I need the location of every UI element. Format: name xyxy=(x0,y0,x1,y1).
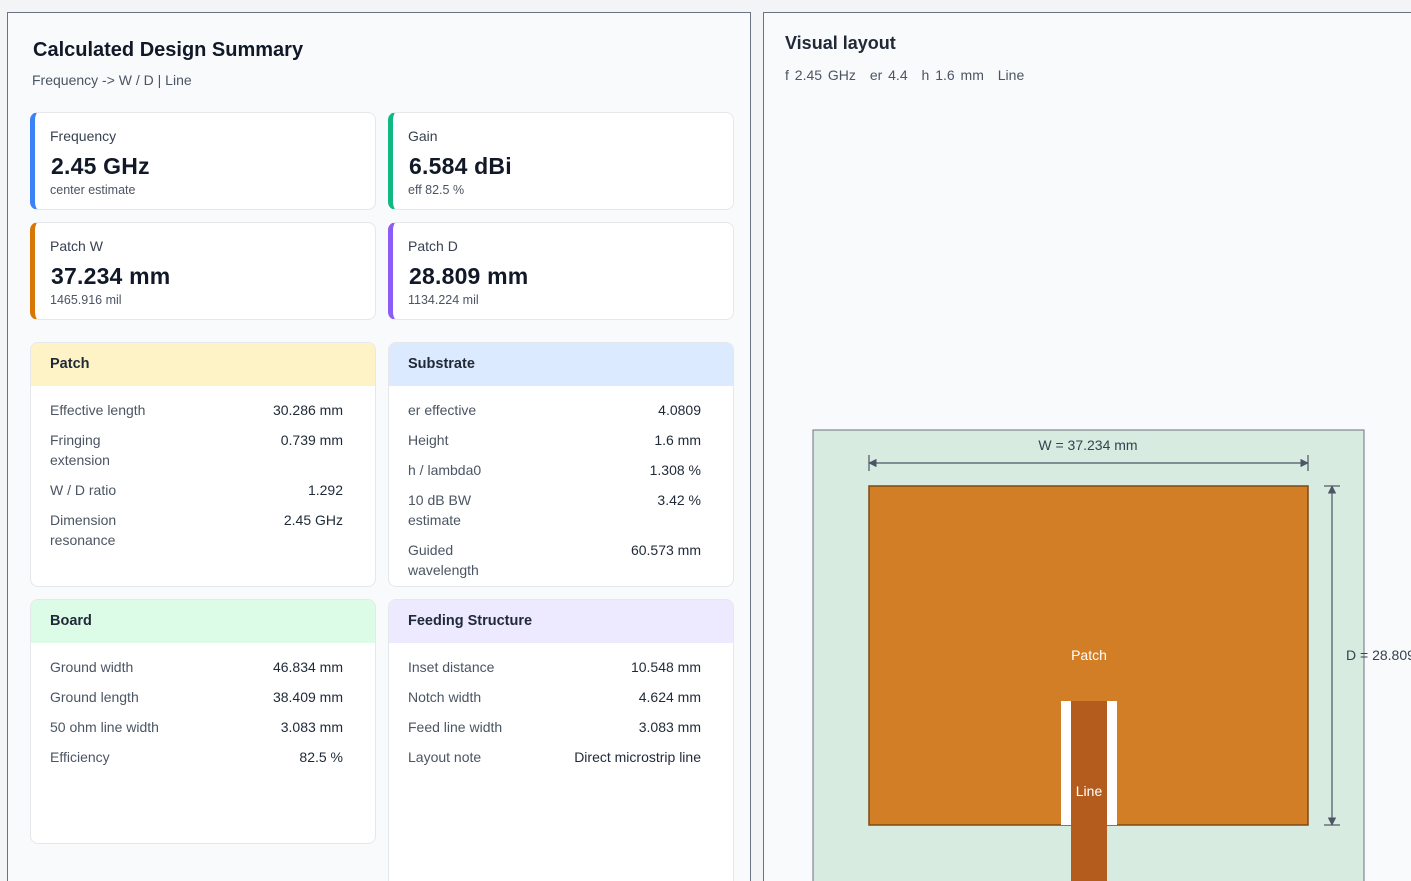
property-row: Dimension resonance 2.45 GHz xyxy=(31,510,375,550)
property-row: 10 dB BW estimate 3.42 % xyxy=(389,490,733,530)
property-row: er effective 4.0809 xyxy=(389,400,733,420)
property-name: 10 dB BW estimate xyxy=(408,492,472,528)
board-card: Board Ground width 46.834 mm Ground length… xyxy=(30,599,376,844)
patch-card: Patch Effective length 30.286 mm Fringing … xyxy=(30,342,376,587)
property-row: Ground length 38.409 mm xyxy=(31,687,375,707)
property-name: Layout note xyxy=(408,749,482,765)
card-rows: Ground width 46.834 mm Ground length 38.409… xyxy=(31,643,375,767)
line-label: Line xyxy=(1076,783,1103,799)
property-row: Notch width 4.624 mm xyxy=(389,687,733,707)
property-value: 2.45 GHz xyxy=(283,512,343,528)
property-row: h / lambda0 1.308 % xyxy=(389,460,733,480)
stat-label: Patch W xyxy=(50,238,103,254)
property-name: Notch width xyxy=(408,689,482,705)
stat-label: Frequency xyxy=(50,128,117,144)
w-dimension-label: W = 37.234 mm xyxy=(1038,437,1137,453)
stat-value: 37.234 mm xyxy=(51,263,171,289)
property-value: Direct microstrip line xyxy=(574,749,701,765)
property-row: Inset distance 10.548 mm xyxy=(389,657,733,677)
property-value: 4.0809 xyxy=(658,402,701,418)
stat-label: Gain xyxy=(408,128,438,144)
property-name: Inset distance xyxy=(408,659,495,675)
property-row: Feed line width 3.083 mm xyxy=(389,717,733,737)
property-row: Ground width 46.834 mm xyxy=(31,657,375,677)
stat-sub: center estimate xyxy=(50,183,136,197)
feeding-card: Feeding Structure Inset distance 10.548 m… xyxy=(388,599,734,881)
property-name: Efficiency xyxy=(50,749,110,765)
substrate-card: Substrate er effective 4.0809 Height 1.6 mm… xyxy=(388,342,734,587)
card-header: Feeding Structure xyxy=(389,600,733,643)
property-name: Ground width xyxy=(50,659,134,675)
stat-value: 28.809 mm xyxy=(409,263,529,289)
property-value: 1.6 mm xyxy=(654,432,701,448)
stat-sub: 1465.916 mil xyxy=(50,293,122,307)
property-value: 4.624 mm xyxy=(638,689,701,705)
property-row: Fringing extension 0.739 mm xyxy=(31,430,375,470)
property-name: Feed line width xyxy=(408,719,503,735)
property-value: 1.308 % xyxy=(649,462,701,478)
property-value: 3.083 mm xyxy=(638,719,701,735)
property-name: Dimension resonance xyxy=(50,512,117,548)
card-rows: Inset distance 10.548 mm Notch width 4.624 … xyxy=(389,643,733,767)
property-value: 10.548 mm xyxy=(630,659,701,675)
card-header: Board xyxy=(31,600,375,643)
card-header: Substrate xyxy=(389,343,733,386)
stat-label: Patch D xyxy=(408,238,458,254)
stat-value: 6.584 dBi xyxy=(409,153,512,179)
stat-frequency: Frequency 2.45 GHz center estimate xyxy=(30,112,376,210)
property-name: er effective xyxy=(408,402,477,418)
property-name: h / lambda0 xyxy=(408,462,482,478)
property-row: W / D ratio 1.292 xyxy=(31,480,375,500)
property-name: Height xyxy=(408,432,449,448)
patch-label: Patch xyxy=(1071,647,1107,663)
stat-gain: Gain 6.584 dBi eff 82.5 % xyxy=(388,112,734,210)
stat-sub: eff 82.5 % xyxy=(408,183,465,197)
summary-subtitle: Frequency -> W / D | Line xyxy=(32,72,192,88)
property-name: 50 ohm line width xyxy=(50,719,159,735)
property-row: 50 ohm line width 3.083 mm xyxy=(31,717,375,737)
stat-value: 2.45 GHz xyxy=(51,153,150,179)
stat-patch-w: Patch W 37.234 mm 1465.916 mil xyxy=(30,222,376,320)
property-row: Layout note Direct microstrip line xyxy=(389,747,733,767)
property-name: W / D ratio xyxy=(50,482,117,498)
d-dimension-label: D = 28.809 mm xyxy=(1346,647,1411,663)
visual-layout-panel: Visual layout f 2.45 GHz er 4.4 h 1.6 mm… xyxy=(763,12,1411,881)
property-name: Guided wavelength xyxy=(408,542,479,578)
antenna-layout-diagram: W = 37.234 mm D = 28.809 mm Patch Line xyxy=(812,429,1411,881)
property-value: 0.739 mm xyxy=(280,432,343,448)
property-name: Effective length xyxy=(50,402,146,418)
property-name: Fringing extension xyxy=(50,432,110,468)
design-summary-panel: Calculated Design Summary Frequency -> W… xyxy=(7,12,751,881)
card-rows: er effective 4.0809 Height 1.6 mm h / lambda… xyxy=(389,386,733,580)
property-row: Guided wavelength 60.573 mm xyxy=(389,540,733,580)
property-value: 1.292 xyxy=(307,482,343,498)
property-value: 30.286 mm xyxy=(272,402,343,418)
property-value: 46.834 mm xyxy=(272,659,343,675)
property-value: 38.409 mm xyxy=(272,689,343,705)
property-row: Height 1.6 mm xyxy=(389,430,733,450)
property-value: 60.573 mm xyxy=(630,542,701,558)
property-value: 3.42 % xyxy=(657,492,701,508)
property-value: 3.083 mm xyxy=(280,719,343,735)
summary-title: Calculated Design Summary xyxy=(33,39,304,61)
card-header: Patch xyxy=(31,343,375,386)
card-rows: Effective length 30.286 mm Fringing extens… xyxy=(31,386,375,550)
property-row: Effective length 30.286 mm xyxy=(31,400,375,420)
property-value: 82.5 % xyxy=(299,749,343,765)
property-row: Efficiency 82.5 % xyxy=(31,747,375,767)
stat-sub: 1134.224 mil xyxy=(408,293,479,307)
property-name: Ground length xyxy=(50,689,139,705)
stat-patch-d: Patch D 28.809 mm 1134.224 mil xyxy=(388,222,734,320)
